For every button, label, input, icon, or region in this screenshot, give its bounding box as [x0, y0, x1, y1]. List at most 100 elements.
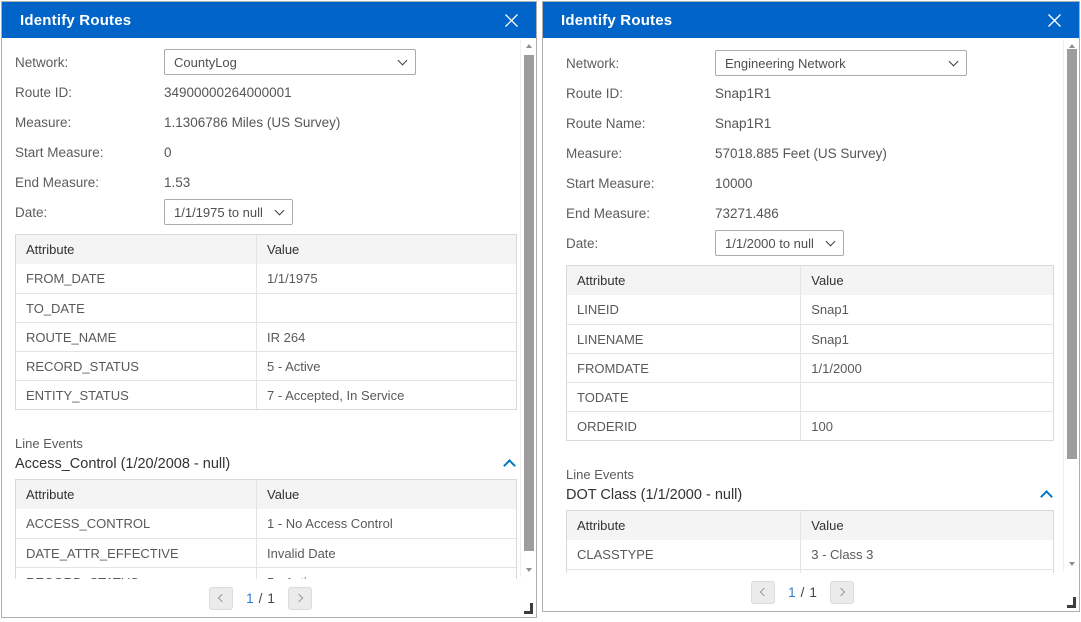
- scroll-up-arrow-icon[interactable]: [526, 44, 532, 48]
- field-row: Route ID: Snap1R1 Snap1R1: [566, 78, 1052, 108]
- chevron-left-icon: [760, 588, 768, 596]
- attribute-cell: ACCESS_CONTROL: [16, 509, 256, 538]
- dropdown-selected-value: CountyLog: [174, 55, 237, 70]
- table-row: ORDERID 100: [567, 411, 1053, 440]
- vertical-scrollbar[interactable]: [520, 39, 536, 577]
- field-label: Route ID:: [566, 86, 715, 101]
- table-row: ENTITY_STATUS 7 - Accepted, In Service: [16, 380, 516, 409]
- next-page-button[interactable]: [830, 581, 854, 604]
- table-row: FROM_DATE 1/1/1975: [16, 264, 516, 293]
- field-label: Network:: [15, 55, 164, 70]
- table-row: FROMDATE 1/1/2000: [567, 353, 1053, 382]
- collapse-section-button[interactable]: [500, 457, 518, 471]
- field-dropdown[interactable]: 1/1/2000 to null: [715, 230, 844, 256]
- scrollbar-thumb[interactable]: [1067, 49, 1077, 459]
- line-events-section-title: Access_Control (1/20/2008 - null): [15, 456, 230, 472]
- chevron-down-icon: [275, 205, 285, 215]
- page-separator: /: [801, 585, 805, 600]
- scroll-up-arrow-icon[interactable]: [1069, 44, 1075, 48]
- scroll-down-arrow-icon[interactable]: [526, 568, 532, 572]
- line-events-label: Line Events: [566, 467, 1052, 482]
- field-label: Measure:: [15, 115, 164, 130]
- attribute-cell: TODATE: [567, 383, 800, 411]
- resize-handle[interactable]: [524, 603, 533, 614]
- table-row: ROUTE_NAME IR 264: [16, 322, 516, 351]
- page-indicator: 1 / 1: [788, 585, 817, 600]
- chevron-right-icon: [295, 594, 303, 602]
- vertical-scrollbar[interactable]: [1063, 39, 1079, 571]
- chevron-left-icon: [218, 594, 226, 602]
- field-label: Route Name:: [566, 116, 715, 131]
- total-pages: 1: [809, 585, 817, 600]
- table-row: TO_DATE: [16, 293, 516, 322]
- identify-routes-window: Identify Routes Network: Engineering Net…: [542, 1, 1080, 612]
- attribute-cell: ORDERID: [567, 412, 800, 440]
- dropdown-selected-value: 1/1/2000 to null: [725, 236, 814, 251]
- line-events-section-header: DOT Class (1/1/2000 - null): [566, 487, 1055, 503]
- attribute-column-header: Attribute: [567, 511, 800, 540]
- value-column-header: Value: [800, 266, 1053, 295]
- chevron-up-icon: [1040, 490, 1053, 503]
- window-content: Network: Engineering Network Engineering…: [543, 38, 1062, 573]
- resize-handle[interactable]: [1067, 597, 1076, 608]
- chevron-up-icon: [503, 459, 516, 472]
- field-dropdown[interactable]: 1/1/1975 to null: [164, 199, 293, 225]
- field-label: End Measure:: [566, 206, 715, 221]
- window-titlebar: Identify Routes: [2, 2, 536, 38]
- attribute-cell: TO_DATE: [16, 294, 256, 322]
- window-body: Network: Engineering Network Engineering…: [543, 38, 1079, 611]
- line-events-section-title: DOT Class (1/1/2000 - null): [566, 487, 742, 503]
- field-value: Snap1R1: [715, 116, 771, 131]
- field-dropdown[interactable]: CountyLog: [164, 49, 416, 75]
- field-row: Start Measure: 0 0: [15, 137, 515, 167]
- value-column-header: Value: [256, 235, 516, 264]
- window-title: Identify Routes: [561, 12, 672, 29]
- field-row: End Measure: 1.53 1.53: [15, 167, 515, 197]
- page-separator: /: [259, 591, 263, 606]
- pagination-bar: 1 / 1: [2, 579, 519, 617]
- value-cell: Snap1: [800, 295, 1053, 324]
- scrollbar-thumb[interactable]: [524, 55, 534, 551]
- field-value: 34900000264000001: [164, 85, 292, 100]
- table-row: LINEID Snap1: [567, 295, 1053, 324]
- dropdown-selected-value: Engineering Network: [725, 56, 846, 71]
- field-label: Date:: [15, 205, 164, 220]
- close-button[interactable]: [1043, 9, 1065, 31]
- previous-page-button[interactable]: [751, 581, 775, 604]
- next-page-button[interactable]: [288, 587, 312, 610]
- value-column-header: Value: [800, 511, 1053, 540]
- attribute-cell: LINEID: [567, 295, 800, 324]
- field-row: End Measure: 73271.486 73271.486: [566, 198, 1052, 228]
- line-events-table: Attribute Value ACCESS_CONTROL 1 - No Ac…: [15, 479, 517, 579]
- line-events-section-header: Access_Control (1/20/2008 - null): [15, 456, 518, 472]
- route-fields: Network: Engineering Network Engineering…: [566, 48, 1052, 258]
- field-label: Route ID:: [15, 85, 164, 100]
- field-row: Network: Engineering Network Engineering…: [566, 48, 1052, 78]
- value-cell: 7 - Accepted, In Service: [256, 381, 516, 409]
- field-label: Date:: [566, 236, 715, 251]
- collapse-section-button[interactable]: [1037, 488, 1055, 502]
- dropdown-selected-value: 1/1/1975 to null: [174, 205, 263, 220]
- field-row: Date: 1/1/2000 to null 1/1/2000 to null: [566, 228, 1052, 258]
- attribute-cell: ROUTE_NAME: [16, 323, 256, 351]
- window-body: Network: CountyLog CountyLog Route ID: 3…: [2, 38, 536, 617]
- previous-page-button[interactable]: [209, 587, 233, 610]
- attribute-cell: RECORD_STATUS: [16, 352, 256, 380]
- line-events-table: Attribute Value CLASSTYPE 3 - Class 3 CL…: [566, 510, 1054, 573]
- value-cell: 1 - No Access Control: [256, 509, 516, 538]
- field-dropdown[interactable]: Engineering Network: [715, 50, 967, 76]
- table-row: RECORD_STATUS 5 - Active: [16, 567, 516, 579]
- value-cell: [256, 294, 516, 322]
- route-fields: Network: CountyLog CountyLog Route ID: 3…: [15, 47, 515, 227]
- scroll-down-arrow-icon[interactable]: [1069, 562, 1075, 566]
- attribute-cell: ENTITY_STATUS: [16, 381, 256, 409]
- attribute-column-header: Attribute: [16, 235, 256, 264]
- chevron-down-icon: [949, 56, 959, 66]
- attribute-cell: CLASSTYPE: [567, 540, 800, 569]
- field-row: Network: CountyLog CountyLog: [15, 47, 515, 77]
- attribute-cell: FROMDATE: [567, 354, 800, 382]
- close-button[interactable]: [500, 9, 522, 31]
- field-value: Snap1R1: [715, 86, 771, 101]
- field-value: 1.53: [164, 175, 190, 190]
- attribute-column-header: Attribute: [567, 266, 800, 295]
